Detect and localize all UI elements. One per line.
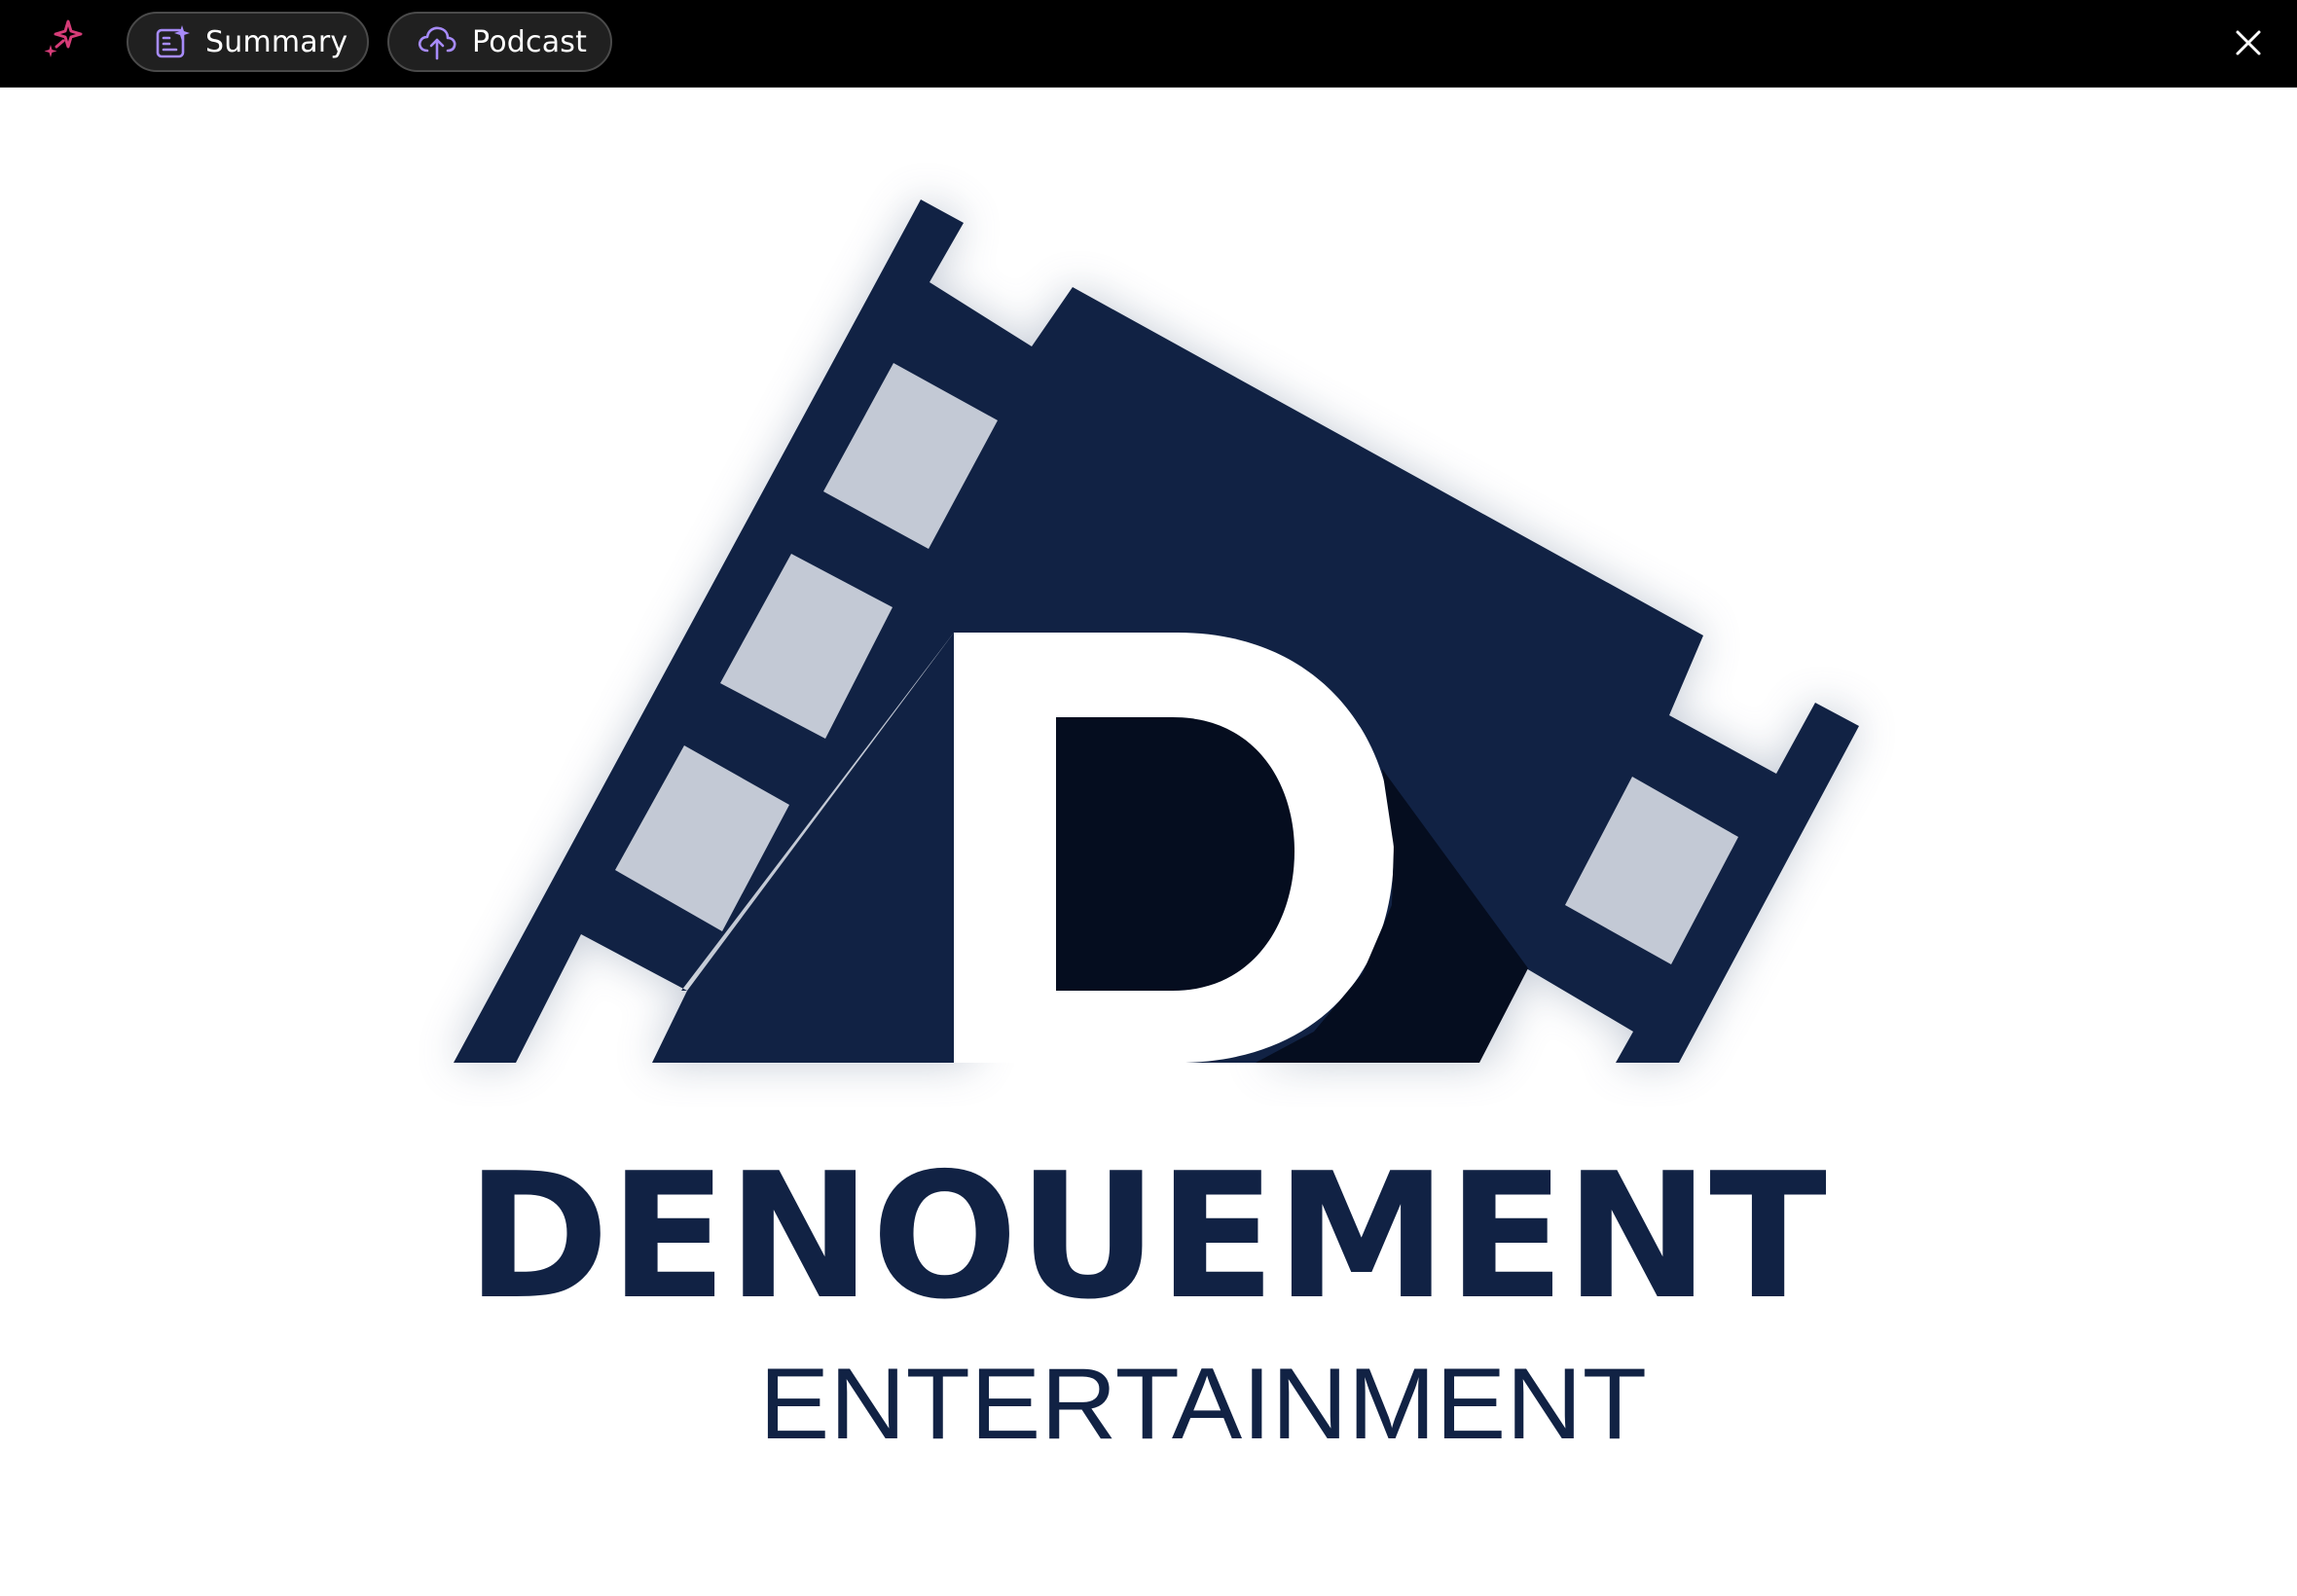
- podcast-button[interactable]: Podcast: [387, 12, 612, 72]
- close-button[interactable]: [2229, 23, 2268, 62]
- summary-button[interactable]: Summary: [127, 12, 369, 72]
- top-toolbar: Summary Podcast: [0, 0, 2297, 88]
- podcast-button-label: Podcast: [472, 24, 588, 59]
- image-viewer: DENOUEMENT ENTERTAINMENT: [0, 88, 2297, 1596]
- cloud-upload-icon: [418, 26, 456, 60]
- logo-subtext: ENTERTAINMENT: [759, 1348, 1647, 1461]
- summary-button-label: Summary: [205, 24, 348, 59]
- close-icon: [2236, 30, 2261, 55]
- summary-document-icon: [156, 25, 190, 58]
- sparkle-ai-icon[interactable]: [37, 18, 88, 68]
- denouement-logo: DENOUEMENT ENTERTAINMENT: [454, 200, 1859, 1461]
- logo-wordmark: DENOUEMENT: [466, 1136, 1827, 1337]
